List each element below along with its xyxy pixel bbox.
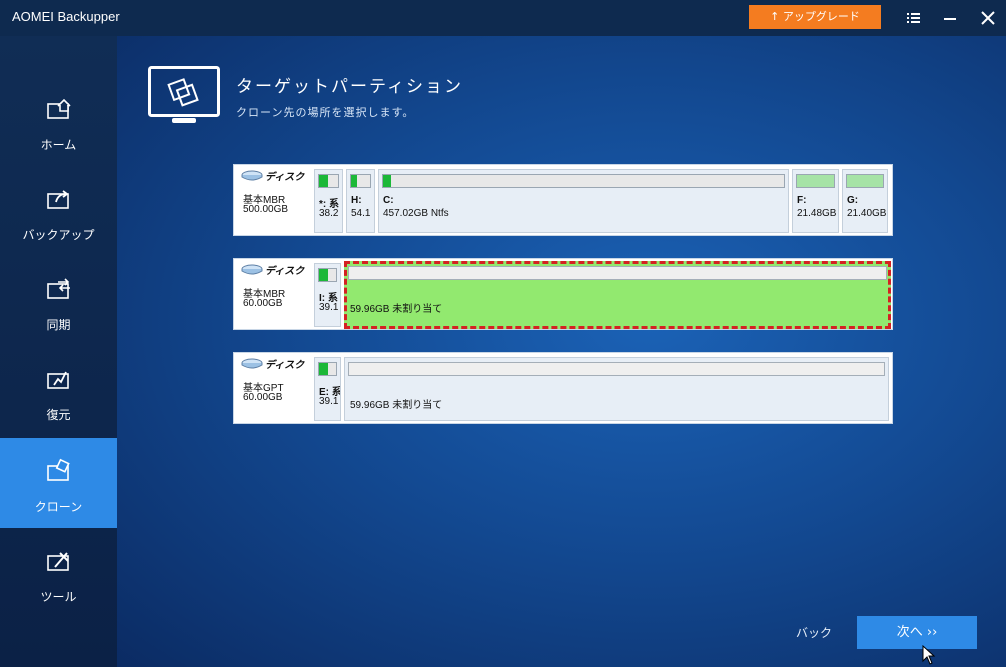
partition-size: 21.48GB — [797, 208, 837, 219]
sidebar-item-label: ホーム — [40, 138, 77, 152]
disk-size: 500.00GB — [243, 204, 289, 215]
sidebar-item-label: ツール — [40, 590, 77, 604]
partition-name: H: — [351, 195, 362, 206]
partition-size: 38.2 — [319, 208, 339, 219]
partition-size: 39.1 — [319, 302, 339, 313]
page-subtitle: クローン先の場所を選択します。 — [236, 106, 415, 119]
hard-disk-icon — [241, 264, 263, 275]
disk-size: 60.00GB — [243, 392, 283, 403]
disk-info: ディスク 基本MBR 500.00GB — [234, 165, 314, 235]
sidebar-item-label: バックアップ — [22, 228, 95, 242]
partition[interactable]: E: 系 39.1 — [314, 357, 341, 421]
usage-bar — [796, 174, 835, 188]
disk-row: ディスク 基本MBR 60.00GB I: 系 39.1 59.96GB 未割り… — [233, 258, 893, 330]
usage-bar — [350, 174, 371, 188]
target-partition-icon — [148, 66, 220, 123]
partition-size: 39.1 — [319, 396, 339, 407]
unallocated-space-selected[interactable]: 59.96GB 未割り当て — [344, 261, 891, 329]
sidebar-item-home[interactable]: ホーム — [0, 76, 117, 166]
sync-icon — [47, 278, 70, 299]
usage-fill — [319, 175, 328, 187]
usage-bar — [318, 362, 337, 376]
upgrade-label: アップグレード — [782, 10, 860, 23]
usage-bar — [382, 174, 785, 188]
app-title: AOMEI Backupper — [12, 9, 120, 24]
mouse-cursor-icon — [922, 645, 936, 665]
next-button[interactable]: 次へ ›› — [857, 616, 977, 649]
sidebar-item-tools[interactable]: ツール — [0, 528, 117, 618]
hard-disk-icon — [241, 170, 263, 181]
disk-label: ディスク — [265, 360, 305, 371]
partition-size: 21.40GB — [847, 208, 887, 219]
minimize-icon[interactable] — [939, 7, 961, 29]
partition-size: 54.1 — [351, 208, 371, 219]
partition[interactable]: C: 457.02GB Ntfs — [378, 169, 789, 233]
disk-label: ディスク — [265, 172, 305, 183]
sidebar-item-label: クローン — [34, 500, 83, 514]
unallocated-label: 59.96GB 未割り当て — [350, 400, 443, 411]
usage-bar — [348, 266, 887, 280]
disk-row: ディスク 基本GPT 60.00GB E: 系 39.1 59.96GB 未割り… — [233, 352, 893, 424]
unallocated-label: 59.96GB 未割り当て — [350, 304, 443, 315]
usage-bar — [348, 362, 885, 376]
menu-icon[interactable] — [902, 7, 924, 29]
sidebar-item-label: 復元 — [46, 408, 71, 422]
partition[interactable]: *: 系 38.2 — [314, 169, 343, 233]
sidebar-item-clone[interactable]: クローン — [0, 438, 117, 528]
disk-info: ディスク 基本MBR 60.00GB — [234, 259, 314, 329]
unallocated-space[interactable]: 59.96GB 未割り当て — [344, 357, 889, 421]
partition[interactable]: I: 系 39.1 — [314, 263, 341, 327]
tools-icon — [47, 552, 69, 571]
upgrade-button[interactable]: ↑ アップグレード — [749, 5, 881, 29]
title-bar: AOMEI Backupper ↑ アップグレード — [0, 0, 1006, 36]
backup-icon — [47, 190, 69, 209]
usage-fill — [319, 269, 328, 281]
partition-name: F: — [797, 195, 807, 206]
sidebar-item-sync[interactable]: 同期 — [0, 256, 117, 346]
disk-size: 60.00GB — [243, 298, 283, 309]
partition-size: 457.02GB Ntfs — [383, 208, 449, 219]
sidebar-item-backup[interactable]: バックアップ — [0, 166, 117, 256]
sidebar-item-label: 同期 — [46, 318, 71, 332]
partition-name: C: — [383, 195, 394, 206]
usage-bar — [846, 174, 884, 188]
close-icon[interactable] — [977, 7, 999, 29]
back-button[interactable]: バック — [796, 624, 832, 641]
disk-label: ディスク — [265, 266, 305, 277]
hard-disk-icon — [241, 358, 263, 369]
usage-fill — [319, 363, 328, 375]
disk-info: ディスク 基本GPT 60.00GB — [234, 353, 314, 423]
sidebar: ホーム バックアップ 同期 復元 クローン ツール — [0, 36, 117, 667]
clone-icon — [47, 458, 70, 481]
sidebar-item-restore[interactable]: 復元 — [0, 346, 117, 436]
usage-bar — [318, 174, 339, 188]
usage-fill — [351, 175, 357, 187]
usage-bar — [318, 268, 337, 282]
page-title: ターゲットパーティション — [236, 77, 463, 97]
partition[interactable]: F: 21.48GB — [792, 169, 839, 233]
upload-arrow-icon: ↑ — [770, 10, 780, 23]
usage-fill — [383, 175, 392, 187]
partition[interactable]: H: 54.1 — [346, 169, 375, 233]
home-icon — [47, 98, 71, 119]
disk-row: ディスク 基本MBR 500.00GB *: 系 38.2 H: 54.1 C:… — [233, 164, 893, 236]
restore-icon — [47, 371, 69, 389]
partition[interactable]: G: 21.40GB — [842, 169, 888, 233]
partition-name: G: — [847, 195, 859, 206]
